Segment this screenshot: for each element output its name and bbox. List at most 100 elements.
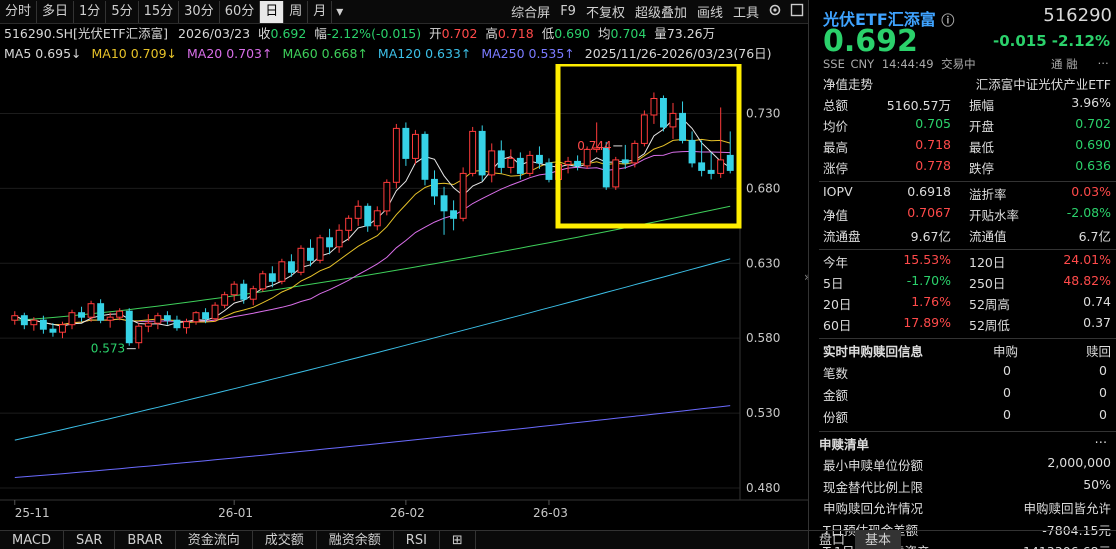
redeem-header: 实时申购赎回信息 申购 赎回 (823, 341, 1111, 362)
candle-body (249, 288, 257, 300)
candle-body (297, 247, 305, 273)
ma5-label: MA5 0.695↓ (4, 46, 82, 61)
indicator-tab-1[interactable]: SAR (64, 531, 116, 549)
stat-value: 0.6918 (907, 184, 951, 199)
candle-body (221, 294, 229, 306)
period-tab-6[interactable]: 60分 (220, 0, 261, 23)
candle-body (526, 154, 534, 174)
candle-body (268, 273, 276, 282)
y-tick-label: 0.530 (746, 406, 780, 420)
indicator-tab-6[interactable]: RSI (394, 531, 440, 549)
redeem-title: 实时申购赎回信息 (823, 344, 924, 359)
period-tab-8[interactable]: 周 (284, 0, 309, 23)
period-tab-5[interactable]: 30分 (179, 0, 220, 23)
open-value: 0.702 (441, 26, 478, 41)
redeem-buy-value: 0 (1003, 363, 1011, 378)
perf-value: 15.53% (903, 252, 951, 267)
indicator-tab-7[interactable]: ⊞ (440, 531, 476, 549)
toolbar-button-3[interactable]: 超级叠加 (630, 2, 692, 21)
more-icon[interactable]: ⋯ (1095, 434, 1108, 449)
candle-body (602, 147, 610, 188)
candle-body (640, 114, 648, 144)
candle-body (59, 324, 66, 333)
candle-body (612, 159, 620, 188)
x-tick-label: 25-11 (15, 506, 50, 520)
candle-body (135, 325, 143, 344)
stat-row: 最高 0.718 最低 0.690 (823, 137, 1111, 158)
indicator-tab-4[interactable]: 成交额 (253, 531, 317, 549)
window-icon[interactable] (786, 3, 808, 21)
nav-trend-row: 净值走势 汇添富中证光伏产业ETF (823, 74, 1111, 95)
panel-tab-0[interactable]: 盘口 (809, 531, 855, 549)
redeem-list-row: 最小申赎单位份额 2,000,000 (823, 455, 1111, 476)
candle-body (478, 130, 486, 176)
divider (819, 249, 1116, 250)
period-tab-1[interactable]: 多日 (37, 0, 75, 23)
indicator-tab-2[interactable]: BRAR (115, 531, 176, 549)
period-tab-9[interactable]: 月 (308, 0, 333, 23)
info-icon[interactable]: ⓘ (941, 14, 954, 29)
stat-row: 涨停 0.778 跌停 0.636 (823, 158, 1111, 179)
panel-tab-1[interactable]: 基本 (855, 531, 902, 549)
stat-value: 0.690 (1075, 137, 1111, 152)
candle-body (278, 261, 286, 282)
toolbar-button-5[interactable]: 工具 (728, 2, 764, 21)
ma10-label: MA10 0.709↓ (91, 46, 177, 61)
ma120-label: MA120 0.633↑ (377, 46, 472, 61)
low-value: 0.690 (554, 26, 591, 41)
candle-body (87, 303, 95, 318)
candle-body (440, 195, 448, 212)
stat-label: 净值 (823, 208, 849, 223)
period-tab-0[interactable]: 分时 (0, 0, 38, 23)
price-change-pct: -2.12% (1051, 32, 1110, 50)
redeem-row: 笔数 0 0 (823, 363, 1111, 384)
redeem-label: 份额 (823, 410, 849, 425)
y-tick-label: 0.630 (746, 256, 780, 270)
gear-icon[interactable] (764, 3, 786, 21)
redeem-col-buy: 申购 (993, 344, 1019, 359)
stat-value: 3.96% (1071, 95, 1111, 110)
candle-body (20, 315, 28, 326)
stat-row: IOPV 0.6918 溢折率 0.03% (823, 184, 1111, 205)
toolbar-button-0[interactable]: 综合屏 (506, 2, 555, 21)
stat-label: 涨停 (823, 161, 849, 176)
candle-body (431, 178, 438, 197)
perf-value: 1.76% (911, 294, 951, 309)
toolbar-button-2[interactable]: 不复权 (581, 2, 630, 21)
market-status-line: SSE CNY 14:44:49 交易中 通 融 ⋯ (823, 56, 1109, 71)
list-label: 申购赎回允许情况 (823, 501, 924, 516)
candle-body (240, 283, 248, 300)
period-tab-2[interactable]: 1分 (74, 0, 107, 23)
candle-body (516, 157, 524, 174)
nav-trend-link[interactable]: 净值走势 (823, 74, 873, 93)
stat-label: 均价 (823, 119, 849, 134)
perf-row: 20日 1.76% 52周高 0.74 (823, 294, 1111, 315)
period-tab-3[interactable]: 5分 (106, 0, 139, 23)
period-tab-7[interactable]: 日 (260, 0, 285, 23)
list-value: 2,000,000 (1047, 455, 1111, 470)
stat-label: 开贴水率 (969, 208, 1020, 223)
perf-label: 52周低 (969, 318, 1010, 333)
indicator-tab-5[interactable]: 融资余额 (317, 531, 394, 549)
stat-value: 0.778 (915, 158, 951, 173)
kline-chart[interactable]: 0.730 0.680 0.630 0.580 0.530 0.480 25-11 26-01… (0, 64, 808, 530)
chevron-down-icon[interactable]: ▾ (332, 4, 347, 20)
divider (819, 338, 1116, 339)
x-tick-label: 26-02 (390, 506, 425, 520)
avg-value: 0.704 (610, 26, 647, 41)
candle-body (364, 205, 372, 227)
perf-value: -1.70% (906, 273, 951, 288)
indicator-tab-3[interactable]: 资金流向 (176, 531, 253, 549)
redeem-list-row: 现金替代比例上限 50% (823, 477, 1111, 498)
y-tick-label: 0.480 (746, 481, 780, 495)
period-tab-4[interactable]: 15分 (139, 0, 180, 23)
toolbar-button-4[interactable]: 画线 (692, 2, 728, 21)
high-value: 0.718 (497, 26, 534, 41)
stat-value: 0.636 (1075, 158, 1111, 173)
candle-body (30, 319, 38, 326)
candle-body (78, 312, 85, 318)
toolbar-button-1[interactable]: F9 (555, 4, 581, 19)
candle-body (402, 127, 410, 159)
divider (819, 431, 1116, 432)
indicator-tab-0[interactable]: MACD (0, 531, 64, 549)
